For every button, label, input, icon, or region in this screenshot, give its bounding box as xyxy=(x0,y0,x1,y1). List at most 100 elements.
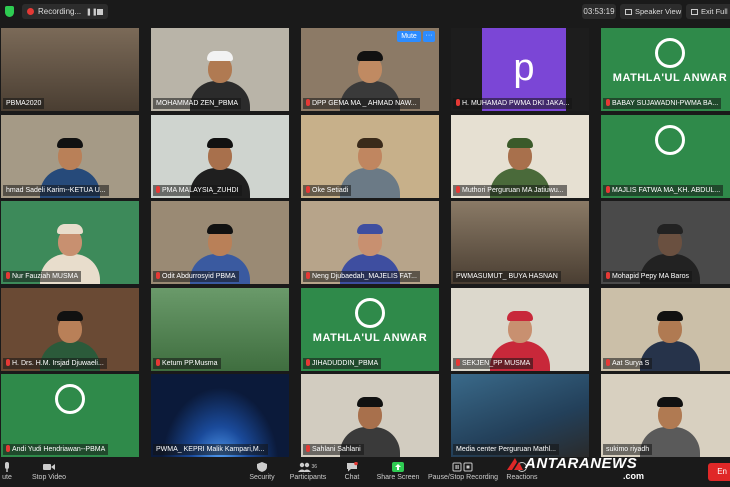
muted-mic-icon xyxy=(6,359,10,366)
participant-name: H. Drs. H.M. Irsjad Djuwaeli... xyxy=(3,358,107,369)
participant-tile[interactable]: Ketum PP.Musma xyxy=(151,288,289,371)
participant-tile[interactable]: MATHLA'UL ANWAR BABAY SUJAWADNI-PWMA BA..… xyxy=(601,28,730,111)
chat-button[interactable]: Chat xyxy=(340,461,364,485)
participant-name-text: PWMA_ KEPRI Malik Kampari,M... xyxy=(156,446,265,453)
antaranews-watermark: ANTARANEWS .com xyxy=(507,455,663,481)
figure-headwear xyxy=(57,138,83,148)
muted-mic-icon xyxy=(606,99,610,106)
participant-name-text: Sahlani Sahlani xyxy=(312,446,361,453)
security-label: Security xyxy=(249,474,275,481)
stop-video-button[interactable]: Stop Video xyxy=(30,461,68,485)
participant-name: H. MUHAMAD PWMA DKI JAKA... xyxy=(453,98,573,109)
participant-name-text: DPP GEMA MA _ AHMAD NAW... xyxy=(312,100,417,107)
participant-name: Muthori Perguruan MA Jatiuwu... xyxy=(453,185,567,196)
participant-tile[interactable]: Mohapid Pepy MA Baros xyxy=(601,201,730,284)
muted-mic-icon xyxy=(606,359,610,366)
figure-headwear xyxy=(357,224,383,234)
participant-tile[interactable]: Odit Abdurrosyid PBMA xyxy=(151,201,289,284)
stop-video-label: Stop Video xyxy=(31,474,67,481)
participant-tile[interactable]: Sahlani Sahlani xyxy=(301,374,439,457)
tile-more-button[interactable]: ··· xyxy=(423,31,435,42)
participant-tile[interactable]: sukimo riyadh xyxy=(601,374,730,457)
speaker-view-button[interactable]: Speaker View xyxy=(620,4,682,19)
chat-bubble-icon xyxy=(347,462,358,472)
participants-icon: 36 xyxy=(298,462,318,472)
muted-mic-icon xyxy=(156,186,160,193)
participant-tile[interactable]: Neng Djubaedah_MAJELIS FAT... xyxy=(301,201,439,284)
stop-recording-icon[interactable] xyxy=(97,8,103,15)
pause-stop-recording-button[interactable]: Pause/Stop Recording xyxy=(428,461,498,485)
participant-name: Oke Setiadi xyxy=(303,185,352,196)
muted-mic-icon xyxy=(6,445,10,452)
participant-tile[interactable]: Muthori Perguruan MA Jatiuwu... xyxy=(451,115,589,198)
participant-name-text: hmad Sadeli Karim--KETUA U... xyxy=(6,187,106,194)
shield-icon xyxy=(257,462,267,472)
banner-text: MATHLA'UL ANWAR xyxy=(612,72,728,84)
participant-tile[interactable]: Andi Yudi Hendriawan--PBMA xyxy=(1,374,139,457)
figure-headwear xyxy=(207,138,233,148)
participant-tile[interactable]: PWMASUMUT_ BUYA HASNAN xyxy=(451,201,589,284)
participant-tile[interactable]: MOHAMMAD ZEN_PBMA xyxy=(151,28,289,111)
participant-name: Mohapid Pepy MA Baros xyxy=(603,271,693,282)
top-bar: Recording... ❚❚ 03:53:19 Speaker View Ex… xyxy=(0,0,730,24)
muted-mic-icon xyxy=(456,99,460,106)
meeting-timer: 03:53:19 xyxy=(582,4,616,19)
participant-tile[interactable]: PMA MALAYSIA_ZUHDI xyxy=(151,115,289,198)
participant-name-text: SEKJEN_PP MUSMA xyxy=(462,360,531,367)
record-dot-icon xyxy=(27,8,34,15)
participant-tile[interactable]: Nur Fauziah MUSMA xyxy=(1,201,139,284)
participant-name-text: Oke Setiadi xyxy=(312,187,349,194)
participants-button[interactable]: 36 Participants xyxy=(288,461,328,485)
participant-tile[interactable]: p H. MUHAMAD PWMA DKI JAKA... xyxy=(451,28,589,111)
exit-fullscreen-button[interactable]: Exit Full Screen xyxy=(686,4,730,19)
muted-mic-icon xyxy=(306,99,310,106)
muted-mic-icon xyxy=(156,272,160,279)
participant-tile[interactable]: H. Drs. H.M. Irsjad Djuwaeli... xyxy=(1,288,139,371)
figure-headwear xyxy=(657,311,683,321)
security-button[interactable]: Security xyxy=(246,461,278,485)
participant-tile[interactable]: SEKJEN_PP MUSMA xyxy=(451,288,589,371)
participant-tile[interactable]: MAJLIS FATWA MA_KH. ABDUL... xyxy=(601,115,730,198)
share-screen-button[interactable]: Share Screen xyxy=(376,461,420,485)
participant-tile[interactable]: hmad Sadeli Karim--KETUA U... xyxy=(1,115,139,198)
participant-name-text: Muthori Perguruan MA Jatiuwu... xyxy=(462,187,564,194)
muted-mic-icon xyxy=(306,359,310,366)
figure-headwear xyxy=(507,311,533,321)
recording-label: Recording... xyxy=(38,7,82,16)
participant-name: MAJLIS FATWA MA_KH. ABDUL... xyxy=(603,185,724,196)
participants-count: 36 xyxy=(312,464,318,470)
participant-tile[interactable]: Oke Setiadi xyxy=(301,115,439,198)
pause-stop-recording-label: Pause/Stop Recording xyxy=(428,474,499,481)
muted-mic-icon xyxy=(456,186,460,193)
participant-name-text: BABAY SUJAWADNI-PWMA BA... xyxy=(612,100,719,107)
participant-tile[interactable]: PWMA_ KEPRI Malik Kampari,M... xyxy=(151,374,289,457)
participant-name-text: PWMASUMUT_ BUYA HASNAN xyxy=(456,273,558,280)
participant-tile[interactable]: Media center Perguruan Mathl... xyxy=(451,374,589,457)
participant-tile[interactable]: Mute ··· DPP GEMA MA _ AHMAD NAW... xyxy=(301,28,439,111)
participant-name: hmad Sadeli Karim--KETUA U... xyxy=(3,185,109,196)
watermark-sub: .com xyxy=(623,471,645,481)
security-shield-icon[interactable] xyxy=(5,6,14,17)
participant-name: Media center Perguruan Mathl... xyxy=(453,444,559,455)
participant-name: SEKJEN_PP MUSMA xyxy=(453,358,534,369)
muted-mic-icon xyxy=(306,186,310,193)
antaranews-logo xyxy=(507,458,523,470)
participant-tile[interactable]: Aat Surya S xyxy=(601,288,730,371)
speaker-view-label: Speaker View xyxy=(635,7,682,16)
end-meeting-button[interactable]: En xyxy=(708,463,730,481)
chat-label: Chat xyxy=(344,474,360,481)
tile-mute-button[interactable]: Mute xyxy=(397,31,421,42)
participant-name-text: PBMA2020 xyxy=(6,100,42,107)
participants-label: Participants xyxy=(289,474,327,481)
participant-tile[interactable]: PBMA2020 xyxy=(1,28,139,111)
pause-stop-icon xyxy=(452,462,473,472)
mute-button[interactable]: ute xyxy=(0,461,14,485)
share-screen-label: Share Screen xyxy=(376,474,420,481)
pause-recording-icon[interactable]: ❚❚ xyxy=(86,8,98,16)
figure-headwear xyxy=(507,138,533,148)
muted-mic-icon xyxy=(606,186,610,193)
participant-tile[interactable]: MATHLA'UL ANWAR JIHADUDDIN_PBMA xyxy=(301,288,439,371)
participant-name-text: Neng Djubaedah_MAJELIS FAT... xyxy=(312,273,417,280)
share-screen-icon xyxy=(392,462,404,472)
participant-name: Andi Yudi Hendriawan--PBMA xyxy=(3,444,109,455)
